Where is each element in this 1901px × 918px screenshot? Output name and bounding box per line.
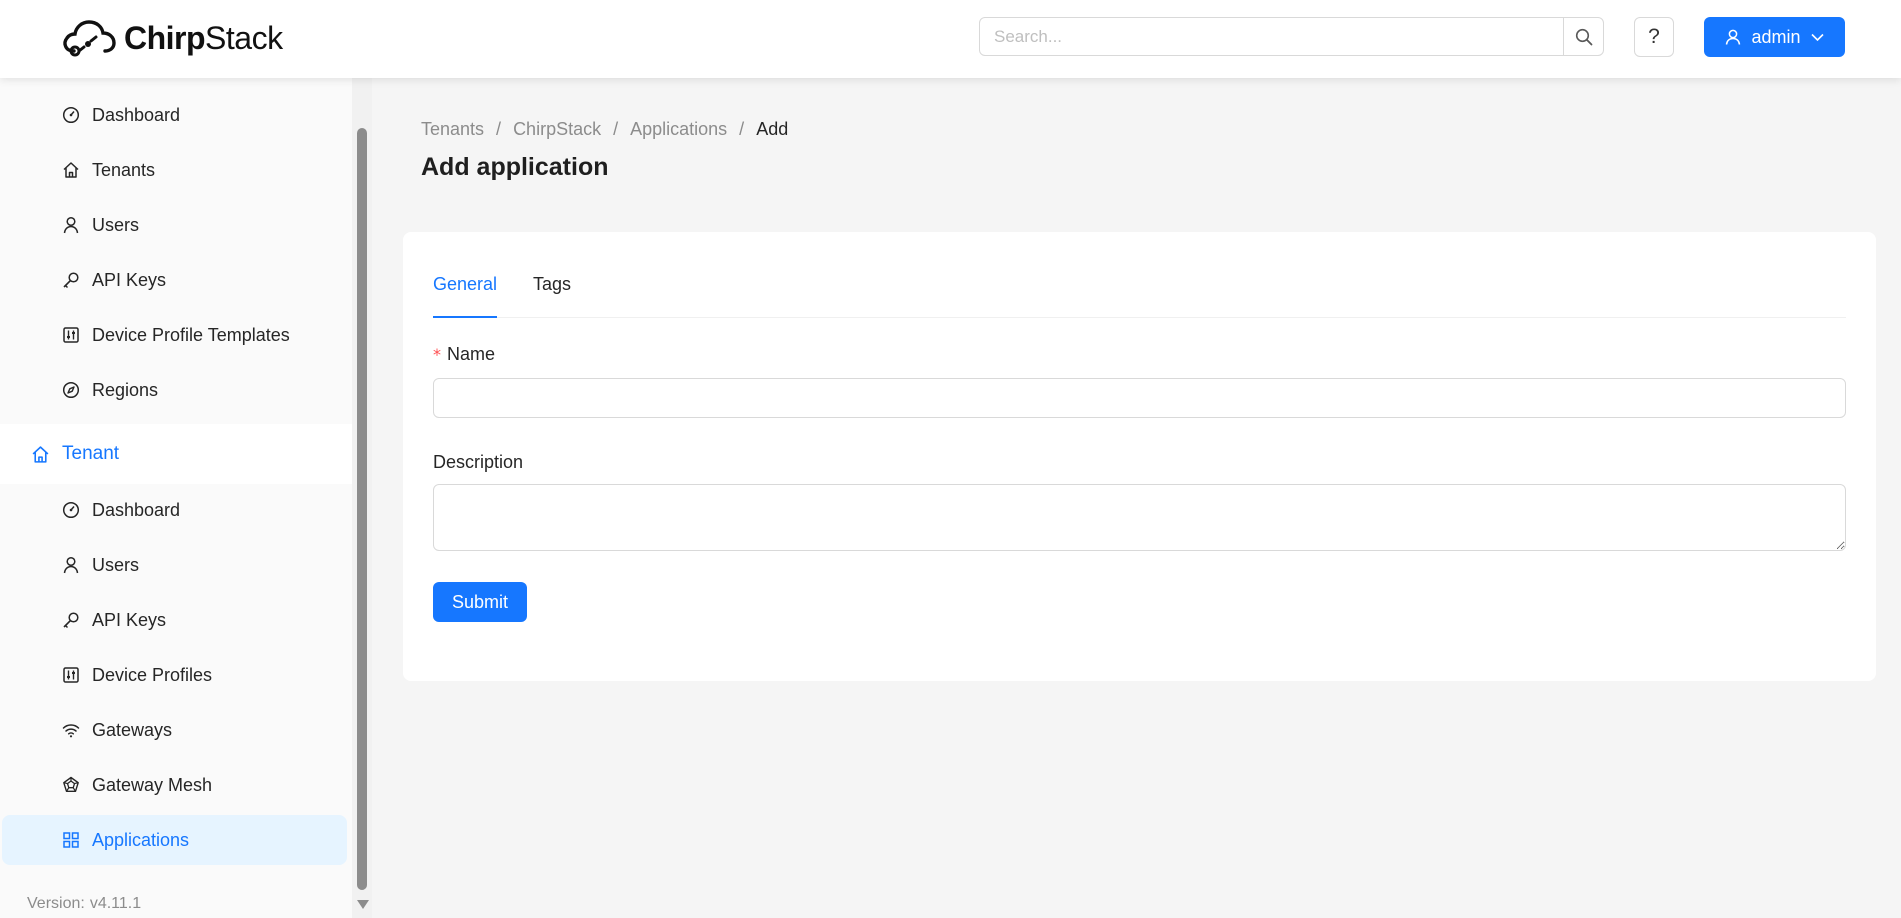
page-title: Add application [421, 153, 609, 181]
logo-text: ChirpStack [124, 19, 283, 56]
sidebar-group-tenant[interactable]: Tenant [0, 424, 352, 484]
sidebar-item-tenant-users[interactable]: Users [2, 540, 347, 590]
name-field-label: * Name [433, 344, 496, 364]
sidebar-item-label: Tenants [92, 159, 156, 180]
sidebar-item-label: Device Profile Templates [92, 324, 290, 345]
tab-general[interactable]: General [433, 274, 498, 318]
scrollbar-thumb[interactable] [357, 128, 367, 890]
description-field-label: Description [433, 452, 524, 472]
submit-button[interactable]: Submit [433, 582, 527, 622]
breadcrumb-separator: / [613, 119, 619, 139]
application-form-card: General Tags * Name Description Submit [403, 232, 1876, 681]
sidebar-item-label: Gateways [92, 719, 173, 740]
sidebar-item-tenants[interactable]: Tenants [2, 145, 347, 195]
sidebar-item-label: Device Profiles [92, 664, 213, 685]
sidebar-item-label: Regions [92, 379, 159, 400]
sidebar-item-gateway-mesh[interactable]: Gateway Mesh [2, 760, 347, 810]
sidebar-item-tenant-dashboard[interactable]: Dashboard [2, 485, 347, 535]
help-icon: ? [1648, 25, 1660, 48]
sidebar-group-label: Tenant [62, 443, 120, 464]
sidebar-item-label: Users [92, 554, 140, 575]
key-icon [63, 612, 79, 629]
sidebar-item-label: Users [92, 214, 140, 235]
dashboard-icon [62, 106, 80, 124]
version-value: v4.11.1 [89, 895, 142, 912]
sidebar-scrollbar[interactable] [352, 78, 372, 918]
sliders-icon [63, 327, 79, 343]
breadcrumb-separator: / [496, 119, 502, 139]
mesh-icon [63, 776, 79, 792]
help-button[interactable]: ? [1634, 17, 1674, 57]
search-input[interactable] [980, 18, 1563, 55]
version-info: Version: v4.11.1 [27, 895, 141, 913]
home-icon [32, 446, 49, 463]
tab-tags[interactable]: Tags [533, 274, 571, 318]
sidebar-item-label: API Keys [92, 609, 167, 630]
breadcrumb-tenants[interactable]: Tenants [421, 119, 484, 140]
sidebar-item-gateways[interactable]: Gateways [2, 705, 347, 755]
breadcrumb-applications[interactable]: Applications [630, 119, 727, 140]
form-tabs: General Tags [433, 274, 1846, 318]
breadcrumb: Tenants / ChirpStack / Applications / Ad… [421, 119, 788, 140]
sidebar-item-label: Dashboard [92, 499, 181, 520]
breadcrumb-current: Add [756, 119, 789, 139]
breadcrumb-tenant-name[interactable]: ChirpStack [513, 119, 601, 140]
top-header: ChirpStack ? admin [0, 0, 1901, 78]
grid-icon [63, 832, 79, 848]
sidebar-item-device-profiles[interactable]: Device Profiles [2, 650, 347, 700]
required-mark: * [433, 345, 441, 364]
wifi-icon [62, 724, 80, 738]
search-icon [1575, 28, 1592, 45]
home-icon [63, 162, 79, 178]
user-menu-button[interactable]: admin [1704, 17, 1845, 57]
user-icon [1726, 29, 1741, 45]
sidebar-item-device-profile-templates[interactable]: Device Profile Templates [2, 310, 347, 360]
sidebar-item-tenant-api-keys[interactable]: API Keys [2, 595, 347, 645]
user-icon [63, 556, 79, 574]
sidebar-item-regions[interactable]: Regions [2, 365, 347, 415]
sliders-icon [63, 667, 79, 683]
sidebar: Dashboard Tenants Users API Keys Device … [0, 78, 372, 918]
compass-icon [62, 381, 80, 399]
sidebar-item-api-keys[interactable]: API Keys [2, 255, 347, 305]
sidebar-item-label: API Keys [92, 269, 167, 290]
description-textarea[interactable] [433, 484, 1846, 551]
sidebar-item-users[interactable]: Users [2, 200, 347, 250]
sidebar-item-label: Dashboard [92, 104, 181, 125]
chevron-down-icon [1810, 33, 1824, 41]
dashboard-icon [62, 501, 80, 519]
chirpstack-logo[interactable]: ChirpStack [60, 17, 283, 59]
breadcrumb-separator: / [739, 119, 745, 139]
cloud-logo-icon [63, 20, 116, 57]
sidebar-item-label: Applications [92, 829, 190, 850]
user-name: admin [1751, 26, 1801, 47]
key-icon [63, 272, 79, 289]
user-icon [63, 216, 79, 234]
sidebar-item-applications[interactable]: Applications [2, 815, 347, 865]
name-input[interactable] [433, 378, 1846, 418]
sidebar-item-dashboard[interactable]: Dashboard [2, 90, 347, 140]
scroll-down-arrow-icon[interactable] [357, 900, 369, 909]
search-box [979, 17, 1604, 56]
version-label: Version: [27, 895, 85, 912]
search-button[interactable] [1563, 18, 1603, 55]
sidebar-item-label: Gateway Mesh [92, 774, 213, 795]
